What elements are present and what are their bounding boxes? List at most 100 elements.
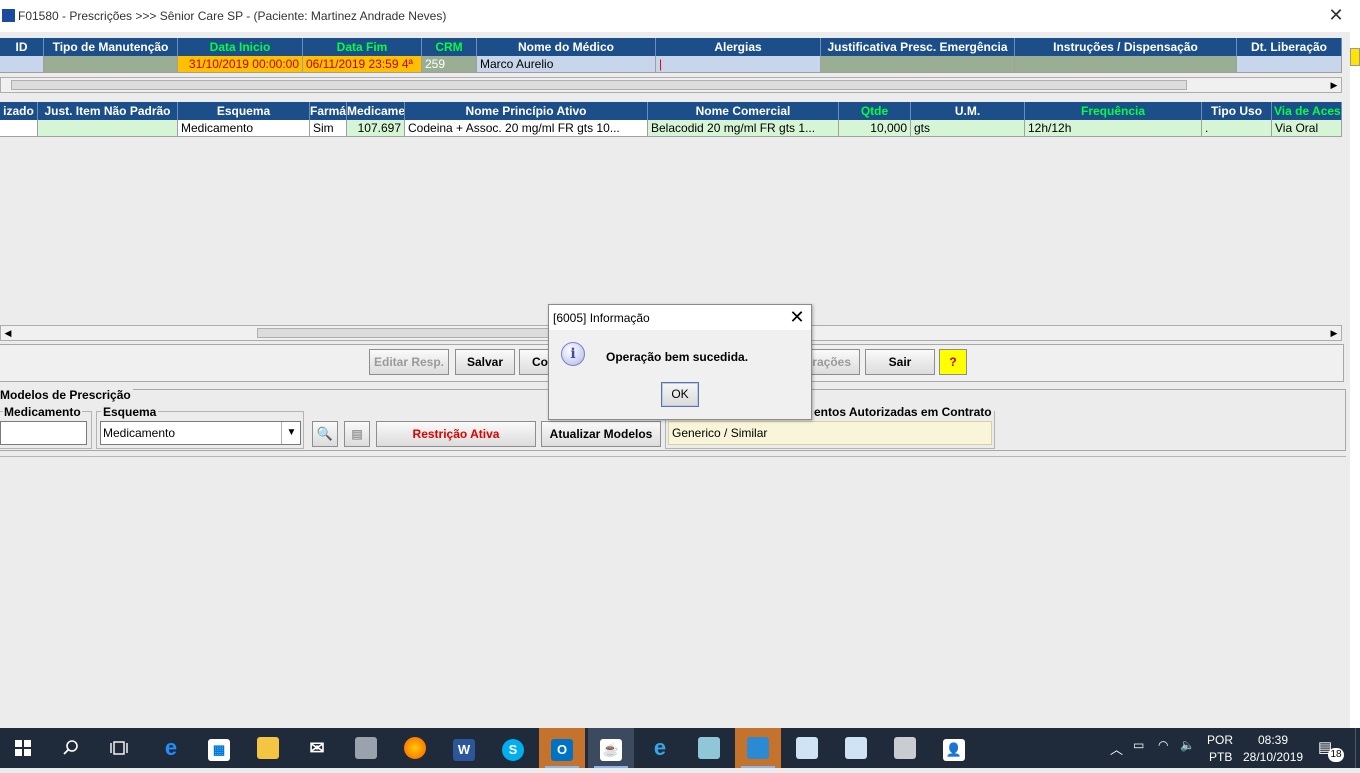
medicamento-input[interactable] xyxy=(0,421,87,445)
cell-via[interactable]: Via Oral xyxy=(1272,120,1342,137)
col-header-medico[interactable]: Nome do Médico xyxy=(477,38,656,56)
search-icon[interactable]: 🔍 xyxy=(312,421,338,447)
col-header-crm[interactable]: CRM xyxy=(422,38,477,56)
col-header-tipo[interactable]: Tipo de Manutenção xyxy=(44,38,178,56)
cell-medicamento[interactable]: 107.697 xyxy=(347,120,405,137)
remote-app-icon[interactable] xyxy=(735,728,781,768)
grid1-horizontal-scrollbar[interactable]: ▶ xyxy=(0,77,1342,93)
col-header-instrucoes[interactable]: Instruções / Dispensação xyxy=(1015,38,1237,56)
cell-instrucoes[interactable] xyxy=(1015,56,1237,73)
col-header-dt-liberacao[interactable]: Dt. Liberação xyxy=(1237,38,1342,56)
scroll-thumb[interactable] xyxy=(11,80,1187,90)
cell-frequencia[interactable]: 12h/12h xyxy=(1025,120,1202,137)
cell-data-fim[interactable]: 06/11/2019 23:59 4ª xyxy=(303,56,422,73)
cell-izado[interactable] xyxy=(0,120,38,137)
monitor-app-icon[interactable] xyxy=(882,728,928,768)
esquema-select[interactable]: Medicamento ▼ xyxy=(100,421,301,445)
cell-qtde[interactable]: 10,000 xyxy=(839,120,911,137)
search-icon[interactable] xyxy=(48,728,94,768)
battery-icon[interactable]: ▭ xyxy=(1133,738,1144,752)
user-app-icon[interactable]: 👤 xyxy=(931,728,977,768)
info-icon: i xyxy=(561,342,585,366)
col-header-data-fim[interactable]: Data Fim xyxy=(303,38,422,56)
chevron-up-icon[interactable]: ︿ xyxy=(1110,739,1123,758)
show-desktop[interactable] xyxy=(1355,728,1360,768)
skype-icon[interactable]: S xyxy=(490,728,536,768)
contrato-field: Generico / Similar xyxy=(668,421,992,445)
help-button[interactable]: ? xyxy=(939,349,967,375)
salvar-button[interactable]: Salvar xyxy=(455,349,515,375)
cell-data-inicio[interactable]: 31/10/2019 00:00:00 xyxy=(178,56,303,73)
cell-principio[interactable]: Codeina + Assoc. 20 mg/ml FR gts 10... xyxy=(405,120,648,137)
outlook-icon[interactable]: O xyxy=(539,728,585,768)
firefox-icon[interactable] xyxy=(392,728,438,768)
col-header-medicamento[interactable]: Medicame xyxy=(347,102,405,120)
cell-comercial[interactable]: Belacodid 20 mg/ml FR gts 1... xyxy=(648,120,839,137)
cell-medico[interactable]: Marco Aurelio xyxy=(477,56,656,73)
clipboard-icon[interactable]: ▤ xyxy=(344,421,370,447)
col-header-data-inicio[interactable]: Data Inicio xyxy=(178,38,303,56)
col-header-via[interactable]: Via de Acess xyxy=(1272,102,1342,120)
cell-just-item[interactable] xyxy=(38,120,178,137)
col-header-principio[interactable]: Nome Princípio Ativo xyxy=(405,102,648,120)
cell-crm[interactable]: 259 xyxy=(422,56,477,73)
cell-esquema[interactable]: Medicamento xyxy=(178,120,310,137)
right-edge xyxy=(1350,0,1360,728)
scroll-left-arrow-icon[interactable]: ◀ xyxy=(1,326,15,340)
side-tab[interactable] xyxy=(1350,48,1360,66)
notes-app-icon[interactable] xyxy=(686,728,732,768)
sair-button[interactable]: Sair xyxy=(865,349,935,375)
wifi-icon[interactable]: ◠ xyxy=(1158,738,1168,752)
java-app-icon[interactable]: ☕ xyxy=(588,728,634,768)
scroll-right-arrow-icon[interactable]: ▶ xyxy=(1327,326,1341,340)
virtualbox-icon[interactable] xyxy=(784,728,830,768)
col-header-alergias[interactable]: Alergias xyxy=(656,38,821,56)
clock-date[interactable]: 28/10/2019 xyxy=(1243,750,1303,764)
close-icon[interactable]: ✕ xyxy=(787,307,807,328)
cell-dt-liberacao[interactable] xyxy=(1237,56,1342,73)
notification-count: 18 xyxy=(1328,748,1344,762)
volume-icon[interactable]: 🔈 xyxy=(1180,738,1195,752)
prescription-grid: ID Tipo de Manutenção Data Inicio Data F… xyxy=(0,38,1342,74)
col-header-id[interactable]: ID xyxy=(0,38,44,56)
atualizar-modelos-button[interactable]: Atualizar Modelos xyxy=(541,421,661,447)
cell-um[interactable]: gts xyxy=(911,120,1025,137)
col-header-esquema[interactable]: Esquema xyxy=(178,102,310,120)
col-header-tipo-uso[interactable]: Tipo Uso xyxy=(1202,102,1272,120)
close-icon[interactable]: ✕ xyxy=(1326,5,1346,26)
mail-icon[interactable]: ✉ xyxy=(294,728,340,768)
internet-explorer-icon[interactable]: e xyxy=(637,728,683,768)
cell-justificativa[interactable] xyxy=(821,56,1015,73)
chevron-down-icon[interactable]: ▼ xyxy=(281,422,301,444)
file-explorer-icon[interactable] xyxy=(245,728,291,768)
col-header-comercial[interactable]: Nome Comercial xyxy=(648,102,839,120)
word-icon[interactable]: W xyxy=(441,728,487,768)
col-header-farma[interactable]: Farmá xyxy=(310,102,347,120)
cell-farma[interactable]: Sim xyxy=(310,120,347,137)
virtualbox-2-icon[interactable] xyxy=(833,728,879,768)
col-header-qtde[interactable]: Qtde xyxy=(839,102,911,120)
lang-line1[interactable]: POR xyxy=(1207,733,1233,747)
network-app-icon[interactable] xyxy=(343,728,389,768)
editar-resp-button[interactable]: Editar Resp. xyxy=(369,349,449,375)
modelos-legend: Modelos de Prescrição xyxy=(0,388,133,402)
scroll-right-arrow-icon[interactable]: ▶ xyxy=(1327,78,1341,92)
ok-button[interactable]: OK xyxy=(661,382,699,407)
store-icon[interactable]: ▦ xyxy=(196,728,242,768)
clock-time[interactable]: 08:39 xyxy=(1258,733,1288,747)
cell-tipo[interactable] xyxy=(44,56,178,73)
task-view-icon[interactable] xyxy=(96,728,142,768)
cell-tipo-uso[interactable]: . xyxy=(1202,120,1272,137)
restricao-ativa-button[interactable]: Restrição Ativa xyxy=(376,421,536,447)
col-header-izado[interactable]: izado xyxy=(0,102,38,120)
edge-browser-icon[interactable]: e xyxy=(148,728,194,768)
col-header-frequencia[interactable]: Frequência xyxy=(1025,102,1202,120)
cell-id[interactable] xyxy=(0,56,44,73)
col-header-just-item[interactable]: Just. Item Não Padrão xyxy=(38,102,178,120)
col-header-justificativa[interactable]: Justificativa Presc. Emergência xyxy=(821,38,1015,56)
lang-line2[interactable]: PTB xyxy=(1209,750,1232,764)
cell-alergias[interactable]: | xyxy=(656,56,821,73)
col-header-um[interactable]: U.M. xyxy=(911,102,1025,120)
contrato-label: entos Autorizadas em Contrato xyxy=(812,405,994,419)
windows-start-icon[interactable] xyxy=(0,728,46,768)
